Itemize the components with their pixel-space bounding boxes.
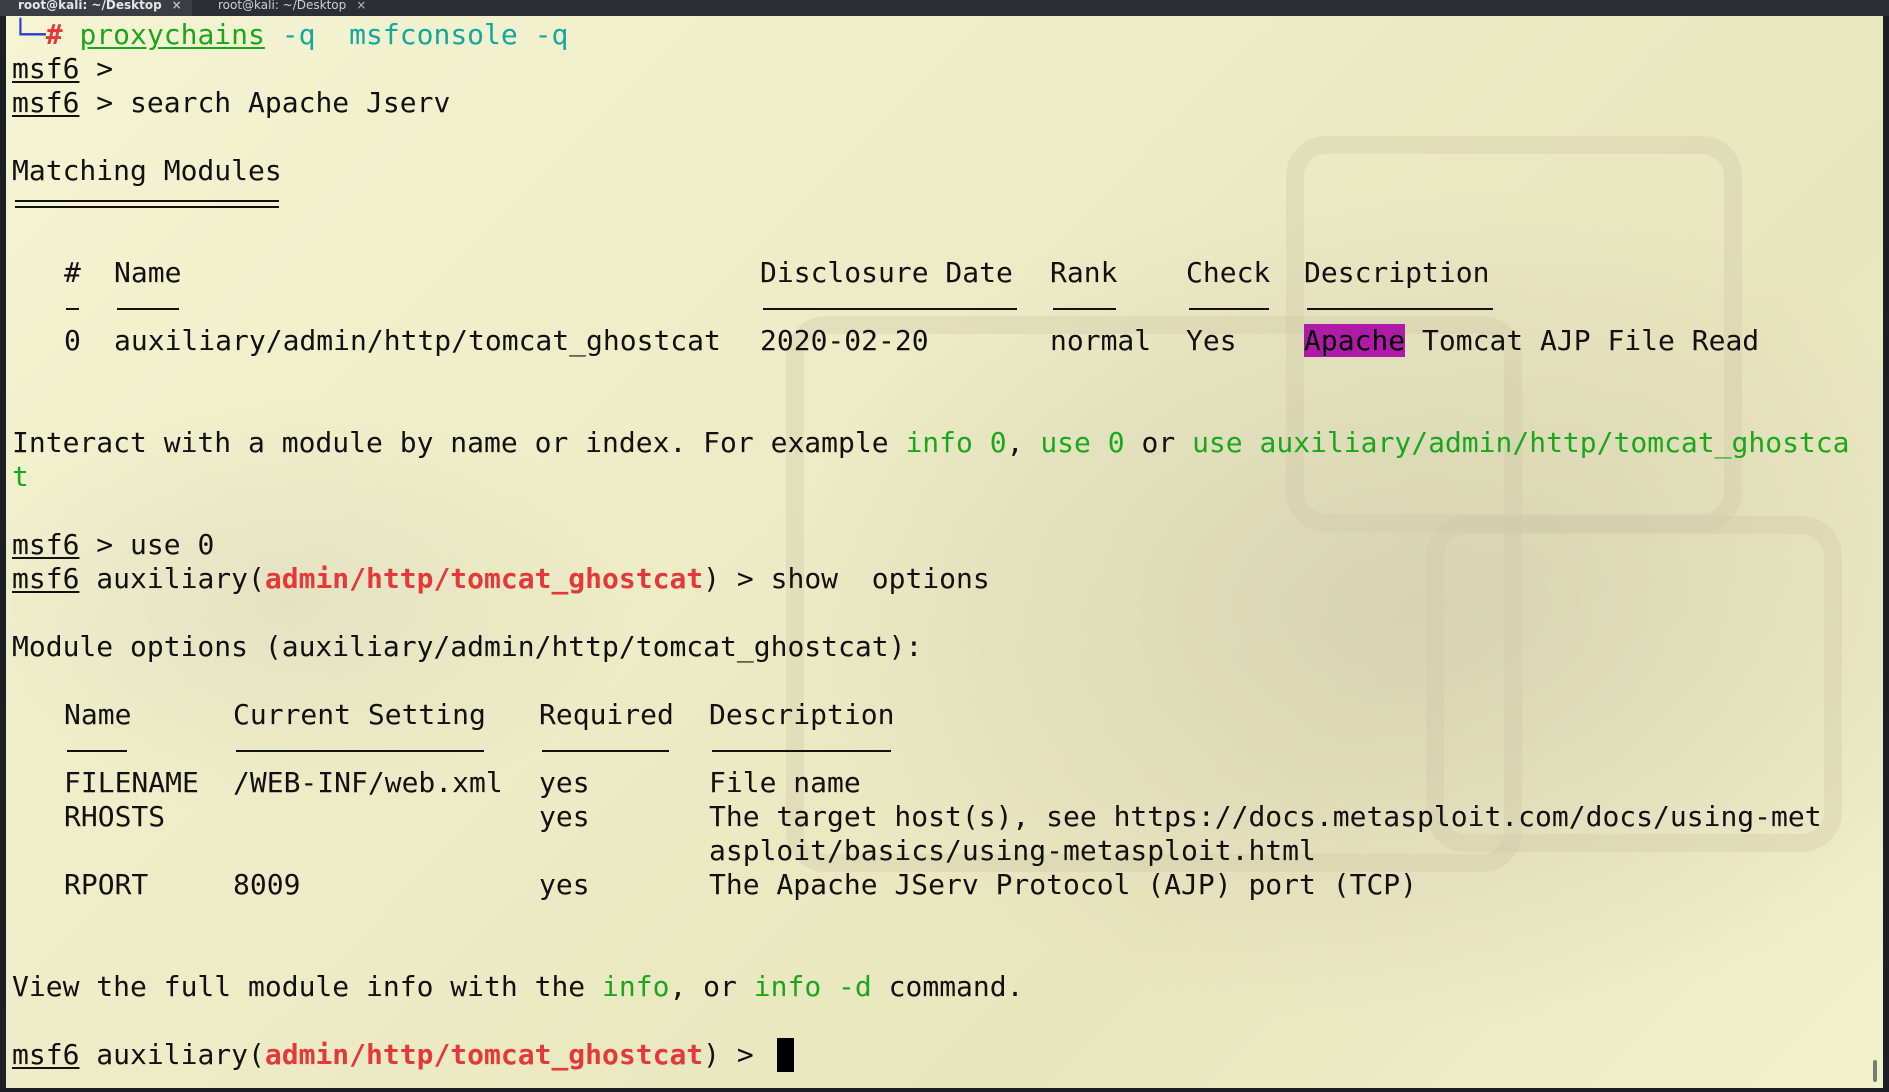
msf-prompt: msf6 [12,562,80,595]
option-name: FILENAME [64,766,199,799]
hint-text: command. [871,970,1024,1003]
options-header-description: Description [709,698,895,731]
option-description-wrap: asploit/basics/using-metasploit.html [709,834,1316,867]
options-header-name: Name [64,698,132,731]
hint-use-full-command: use auxiliary/admin/http/tomcat_ghostca [1192,426,1850,459]
current-prompt-line[interactable]: msf6 auxiliary(admin/http/tomcat_ghostca… [12,1038,771,1072]
hint-text: View the full module info with the [12,970,603,1003]
module-prefix: auxiliary( [79,562,265,595]
msf-prompt: msf6 [12,52,80,85]
col-header-number: # [64,256,81,289]
col-header-check: Check [1186,256,1271,289]
matching-modules-title: Matching Modules [12,154,282,187]
option-current-setting: 8009 [233,868,301,901]
result-description: Apache Tomcat AJP File Read [1304,324,1759,358]
header-underline [67,750,127,752]
module-prefix: auxiliary( [79,1038,265,1071]
search-term-highlight: Apache [1304,324,1406,357]
hint-separator: , or [669,970,754,1003]
header-underline [1307,308,1493,310]
result-module-name: auxiliary/admin/http/tomcat_ghostcat [114,324,721,357]
col-header-rank: Rank [1050,256,1118,289]
command-line: └─# proxychains -q msfconsole -q [12,18,568,52]
command-proxychains: proxychains [79,18,265,51]
option-name: RHOSTS [64,800,166,833]
hint-info-d-command: info -d [753,970,872,1003]
option-description: The Apache JServ Protocol (AJP) port (TC… [709,868,1418,901]
header-underline [236,750,484,752]
result-check: Yes [1186,324,1237,357]
interact-hint-wrap: t [12,460,29,493]
title-underline [15,200,279,202]
header-underline [1189,308,1269,310]
option-description: File name [709,766,861,799]
result-rank: normal [1050,324,1152,357]
tab-terminal-1[interactable]: root@kali: ~/Desktop × [0,0,192,16]
option-required: yes [539,868,590,901]
option-required: yes [539,800,590,833]
terminal-window: root@kali: ~/Desktop × root@kali: ~/Deskt… [0,0,1889,1092]
prompt-gt: ) > [703,1038,771,1071]
hint-text: Interact with a module by name or index.… [12,426,906,459]
terminal-output[interactable]: └─# proxychains -q msfconsole -q msf6 > … [6,16,1883,1088]
scrollbar[interactable] [1873,1060,1877,1082]
close-icon[interactable]: × [172,0,182,12]
prompt-gt: ) > [703,562,771,595]
option-description: The target host(s), see https://docs.met… [709,800,1822,833]
title-underline [15,206,279,208]
interact-hint-line: Interact with a module by name or index.… [12,426,1850,460]
tab-label: root@kali: ~/Desktop [18,0,162,12]
header-underline [763,308,1017,310]
close-icon[interactable]: × [356,0,366,12]
col-header-description: Description [1304,256,1490,289]
search-command-line: msf6 > search Apache Jserv [12,86,450,120]
view-info-hint-line: View the full module info with the info,… [12,970,1023,1004]
msf-prompt: msf6 [12,1038,80,1071]
option-name: RPORT [64,868,149,901]
show-options-command: show options [770,562,990,595]
show-options-line: msf6 auxiliary(admin/http/tomcat_ghostca… [12,562,990,596]
col-header-name: Name [114,256,182,289]
hint-info-command: info 0 [905,426,1007,459]
module-path: admin/http/tomcat_ghostcat [264,1038,704,1071]
prompt-gt: > [79,52,114,85]
result-index: 0 [64,324,81,357]
command-args: -q [264,18,350,51]
options-header-required: Required [539,698,674,731]
option-required: yes [539,766,590,799]
msf-prompt: msf6 [12,86,80,119]
tab-label: root@kali: ~/Desktop [218,0,347,12]
module-path: admin/http/tomcat_ghostcat [264,562,704,595]
result-description-text: Tomcat AJP File Read [1405,324,1760,357]
command-msfconsole: msfconsole -q [349,18,569,51]
msf-prompt-line: msf6 > [12,52,113,86]
col-header-disclosure-date: Disclosure Date [760,256,1013,289]
module-options-title: Module options (auxiliary/admin/http/tom… [12,630,923,663]
options-header-current-setting: Current Setting [233,698,486,731]
hint-info-command: info [602,970,670,1003]
header-underline [542,750,669,752]
header-underline [117,308,179,310]
hint-separator: or [1124,426,1193,459]
text-cursor [777,1038,794,1072]
hint-use-command: use 0 [1040,426,1125,459]
header-underline [712,750,891,752]
tab-terminal-2[interactable]: root@kali: ~/Desktop × [200,0,376,16]
tab-bar: root@kali: ~/Desktop × root@kali: ~/Deskt… [0,0,1889,16]
search-command: > search Apache Jserv [79,86,451,119]
header-underline [66,308,79,310]
use-command: > use 0 [79,528,215,561]
result-disclosure-date: 2020-02-20 [760,324,929,357]
use-command-line: msf6 > use 0 [12,528,214,562]
option-current-setting: /WEB-INF/web.xml [233,766,503,799]
msf-prompt: msf6 [12,528,80,561]
root-prompt-symbol: # [45,18,63,51]
header-underline [1053,308,1116,310]
hint-separator: , [1006,426,1041,459]
prompt-corner: └─ [12,18,46,51]
